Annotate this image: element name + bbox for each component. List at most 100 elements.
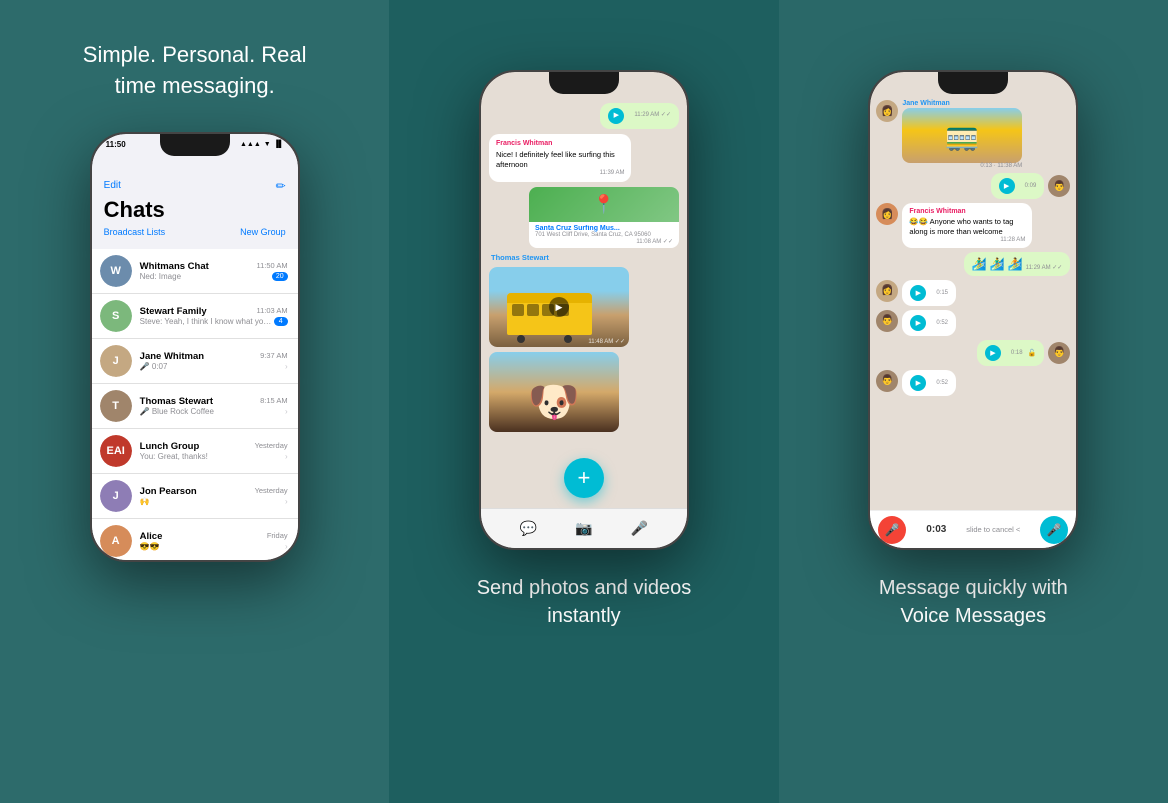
jane-tram-row: 👩 Jane Whitman 🚃 0:13 · 11:38 AM (876, 100, 1022, 169)
play-btn-3[interactable]: ▶ (910, 285, 926, 301)
chat-time: Friday (267, 531, 288, 542)
chat-list-item[interactable]: S Stewart Family 11:03 AMSteve: Yeah, I th… (92, 294, 298, 339)
chat-list-item[interactable]: WWhitmans Chat11:50 AMNed: Image20 (92, 249, 298, 294)
self-avatar: 👨 (1048, 175, 1070, 197)
record-wave-button[interactable]: 🎤 (1040, 516, 1068, 544)
chat-arrow-icon: › (285, 497, 288, 506)
chat-avatar: S (100, 300, 132, 332)
self-avatar-2: 👨 (1048, 342, 1070, 364)
chat-avatar: EAI (100, 435, 132, 467)
tram-visual: ▶ 11:48 AM ✓✓ (489, 267, 629, 347)
sent-voice-2: ▶ 0:18 🔓 👨 (977, 340, 1070, 366)
emoji-sent: 🏄‍♂️🏄‍♂️🏄 11:29 AM ✓✓ (964, 252, 1071, 276)
location-bubble: 📍 Santa Cruz Surfing Mus... 701 West Cli… (529, 187, 679, 248)
thomas-voice-row-2: 👨 ▶ 0:52 (876, 370, 956, 396)
chat-list-item[interactable]: TThomas Stewart8:15 AM🎤 Blue Rock Coffee… (92, 384, 298, 429)
chat-time: 8:15 AM (260, 396, 288, 407)
dog-emoji: 🐶 (528, 378, 580, 427)
chat-preview: 🎤 Blue Rock Coffee (140, 407, 214, 416)
mid-bottom-text: Send photos and videos instantly (477, 574, 692, 630)
edit-button[interactable]: Edit (104, 180, 121, 191)
chat-list-item[interactable]: J Jon Pearson Yesterday 🙌 › (92, 474, 298, 519)
wifi-icon: ▼ (264, 141, 271, 148)
record-mic-button[interactable]: 🎤 (878, 516, 906, 544)
left-panel: Simple. Personal. Real time messaging. 1… (0, 0, 389, 803)
left-phone: 11:50 ▲▲▲ ▼ ▐▌ Edit ✏ Chats Broadcast Li… (90, 132, 300, 562)
broadcast-lists-link[interactable]: Broadcast Lists (104, 227, 166, 237)
phone-notch (160, 134, 230, 156)
chat-arrow-icon: › (285, 452, 288, 461)
phone-notch-mid (549, 72, 619, 94)
chat-preview: 😎😎 (140, 542, 160, 551)
play-btn-6[interactable]: ▶ (910, 375, 926, 391)
chat-name: Jane Whitman (140, 351, 204, 362)
chat-arrow-icon: › (285, 542, 288, 551)
mid-phone: ▶ 11:29 AM ✓✓ Francis Whitman Nice! I de… (479, 70, 689, 550)
chat-name: Whitmans Chat (140, 261, 209, 272)
fab-button[interactable]: + (564, 458, 604, 498)
chat-time: 9:37 AM (260, 351, 288, 362)
chat-list-item[interactable]: EAILunch GroupYesterdayYou: Great, thank… (92, 429, 298, 474)
chat-arrow-icon: › (285, 407, 288, 416)
signal-icon: ▲▲▲ (240, 141, 261, 148)
chat-icon[interactable]: 💬 (520, 520, 537, 537)
chats-title: Chats (104, 197, 286, 223)
chat-list: WWhitmans Chat11:50 AMNed: Image20SStewa… (92, 249, 298, 560)
video-play-btn[interactable]: ▶ (549, 297, 569, 317)
chats-screen: 11:50 ▲▲▲ ▼ ▐▌ Edit ✏ Chats Broadcast Li… (92, 134, 298, 560)
record-time: 0:03 (926, 524, 946, 535)
thomas-avatar-2: 👨 (876, 370, 898, 392)
chat-time: 11:50 AM (257, 261, 288, 272)
chat-time: Yesterday (255, 486, 288, 497)
thomas-voice-row: 👨 ▶ 0:52 (876, 310, 956, 336)
mid-panel: ▶ 11:29 AM ✓✓ Francis Whitman Nice! I de… (389, 0, 778, 803)
dog-image-bubble: 🐶 (489, 352, 619, 432)
chat-preview: 🎤 0:07 (140, 362, 168, 371)
chat-name: Stewart Family (140, 306, 207, 317)
battery-icon: ▐▌ (274, 141, 284, 148)
chat-avatar: A (100, 525, 132, 557)
francis-msg-row: 👩 Francis Whitman 😂😂 Anyone who wants to… (876, 203, 1032, 248)
chats-top-bar: Edit ✏ (104, 179, 286, 193)
play-button[interactable]: ▶ (999, 178, 1015, 194)
chat-arrow-icon: › (285, 362, 288, 371)
chat-avatar: T (100, 390, 132, 422)
chat-preview: Ned: Image (140, 272, 181, 281)
mic-icon[interactable]: 🎤 (631, 520, 648, 537)
compose-icon[interactable]: ✏ (276, 179, 286, 193)
voice-record-bar: 🎤 0:03 slide to cancel < 🎤 (870, 510, 1076, 548)
chat-name: Jon Pearson (140, 486, 197, 497)
text-received-bubble: Francis Whitman Nice! I definitely feel … (489, 134, 632, 182)
jane-voice-row: 👩 ▶ 0:15 (876, 280, 956, 306)
thomas-avatar: 👨 (876, 310, 898, 332)
chats-subbar: Broadcast Lists New Group (104, 227, 286, 237)
tram-image-bubble: ▶ 11:48 AM ✓✓ (489, 267, 629, 347)
right-phone: 👩 Jane Whitman 🚃 0:13 · 11:38 AM (868, 70, 1078, 550)
mid-bubble-area: ▶ 11:29 AM ✓✓ Francis Whitman Nice! I de… (481, 97, 687, 438)
chat-time: Yesterday (255, 441, 288, 452)
chats-header: Edit ✏ Chats Broadcast Lists New Group (92, 151, 298, 249)
play-btn-4[interactable]: ▶ (910, 315, 926, 331)
tram-body (507, 293, 592, 335)
play-btn[interactable]: ▶ (608, 108, 624, 124)
chat-preview: Steve: Yeah, I think I know what you m..… (140, 317, 274, 326)
chat-preview: You: Great, thanks! (140, 452, 208, 461)
play-btn-5[interactable]: ▶ (985, 345, 1001, 361)
status-icons: ▲▲▲ ▼ ▐▌ (240, 141, 284, 148)
jane-avatar: 👩 (876, 100, 898, 122)
jane-tram-img: 🚃 (902, 108, 1022, 163)
jane-avatar-2: 👩 (876, 280, 898, 302)
record-cancel-text: slide to cancel < (966, 525, 1020, 534)
chat-list-item[interactable]: JJane Whitman9:37 AM🎤 0:07› (92, 339, 298, 384)
new-group-link[interactable]: New Group (240, 227, 286, 237)
right-panel: 👩 Jane Whitman 🚃 0:13 · 11:38 AM (779, 0, 1168, 803)
audio-sent-bubble: ▶ 11:29 AM ✓✓ (600, 103, 679, 129)
chat-list-item[interactable]: AAliceFriday😎😎› (92, 519, 298, 560)
chat-preview: 🙌 (140, 497, 150, 506)
phone-notch-right (938, 72, 1008, 94)
map-preview: 📍 (529, 187, 679, 222)
left-panel-title: Simple. Personal. Real time messaging. (83, 40, 307, 102)
camera-icon[interactable]: 📷 (575, 520, 592, 537)
chat-time: 11:03 AM (257, 306, 288, 317)
chat-avatar: J (100, 480, 132, 512)
